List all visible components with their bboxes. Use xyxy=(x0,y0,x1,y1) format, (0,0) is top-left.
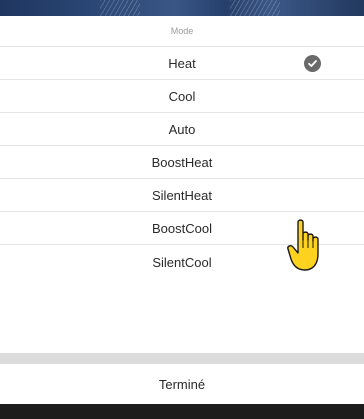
picker-header: Mode xyxy=(0,16,364,47)
mode-picker-sheet: Mode Heat Cool Auto BoostHeat SilentHeat… xyxy=(0,16,364,353)
band-pattern-left xyxy=(100,0,140,16)
mode-option-heat[interactable]: Heat xyxy=(0,47,364,80)
mode-option-boostheat[interactable]: BoostHeat xyxy=(0,146,364,179)
mode-option-auto[interactable]: Auto xyxy=(0,113,364,146)
done-button[interactable]: Terminé xyxy=(0,364,364,404)
option-label: SilentHeat xyxy=(152,187,212,203)
option-label: Cool xyxy=(168,88,196,104)
mode-option-silentheat[interactable]: SilentHeat xyxy=(0,179,364,212)
pointing-hand-icon xyxy=(287,219,319,271)
checkmark-circle-icon xyxy=(304,54,321,72)
background-header-band xyxy=(0,0,364,16)
bottom-bar xyxy=(0,404,364,419)
option-label: Heat xyxy=(168,55,196,71)
band-pattern-right xyxy=(230,0,280,16)
option-label: Auto xyxy=(168,121,196,137)
option-label: BoostCool xyxy=(152,220,212,236)
option-label: SilentCool xyxy=(152,255,212,270)
action-separator xyxy=(0,353,364,364)
option-label: BoostHeat xyxy=(151,154,213,170)
mode-option-cool[interactable]: Cool xyxy=(0,80,364,113)
